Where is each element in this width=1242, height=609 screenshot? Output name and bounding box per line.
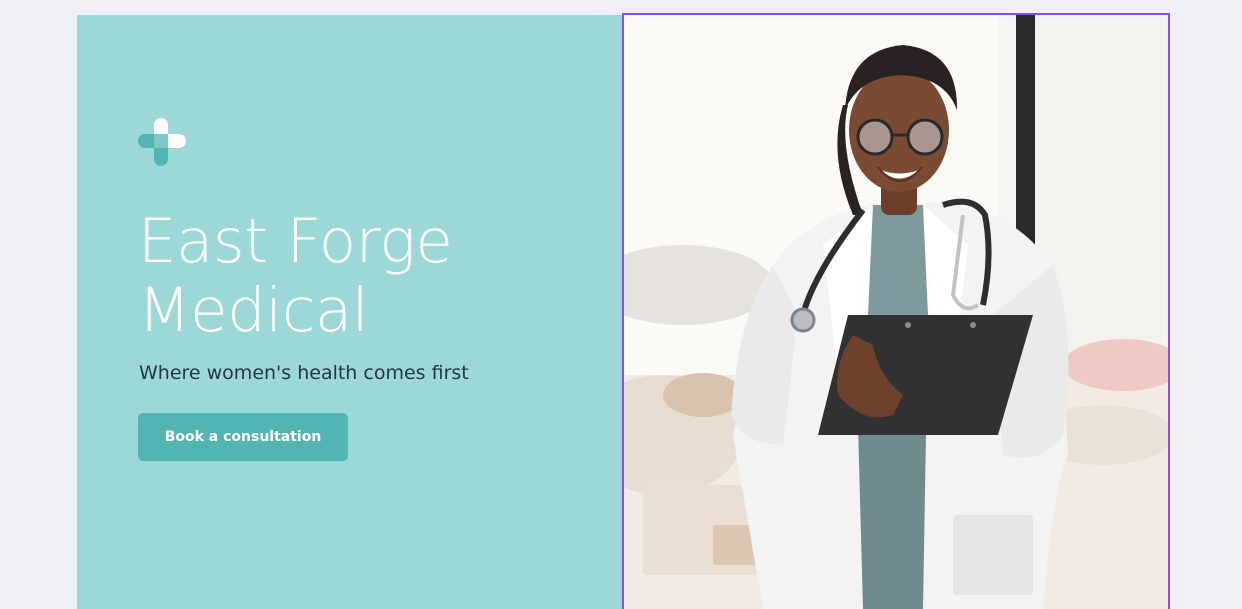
page-title: East Forge Medical [138, 206, 453, 346]
title-line-1: East Forge [138, 206, 453, 277]
hero-image [623, 15, 1169, 609]
hero-section: East Forge Medical Where women's health … [77, 15, 1169, 609]
doctor-photo [623, 15, 1169, 609]
tagline: Where women's health comes first [139, 362, 469, 384]
page-canvas: East Forge Medical Where women's health … [0, 0, 1242, 609]
title-line-2: Medical [138, 275, 369, 346]
hero-text-panel: East Forge Medical Where women's health … [77, 15, 623, 609]
medical-cross-icon [138, 118, 186, 166]
book-consultation-button[interactable]: Book a consultation [138, 413, 348, 461]
